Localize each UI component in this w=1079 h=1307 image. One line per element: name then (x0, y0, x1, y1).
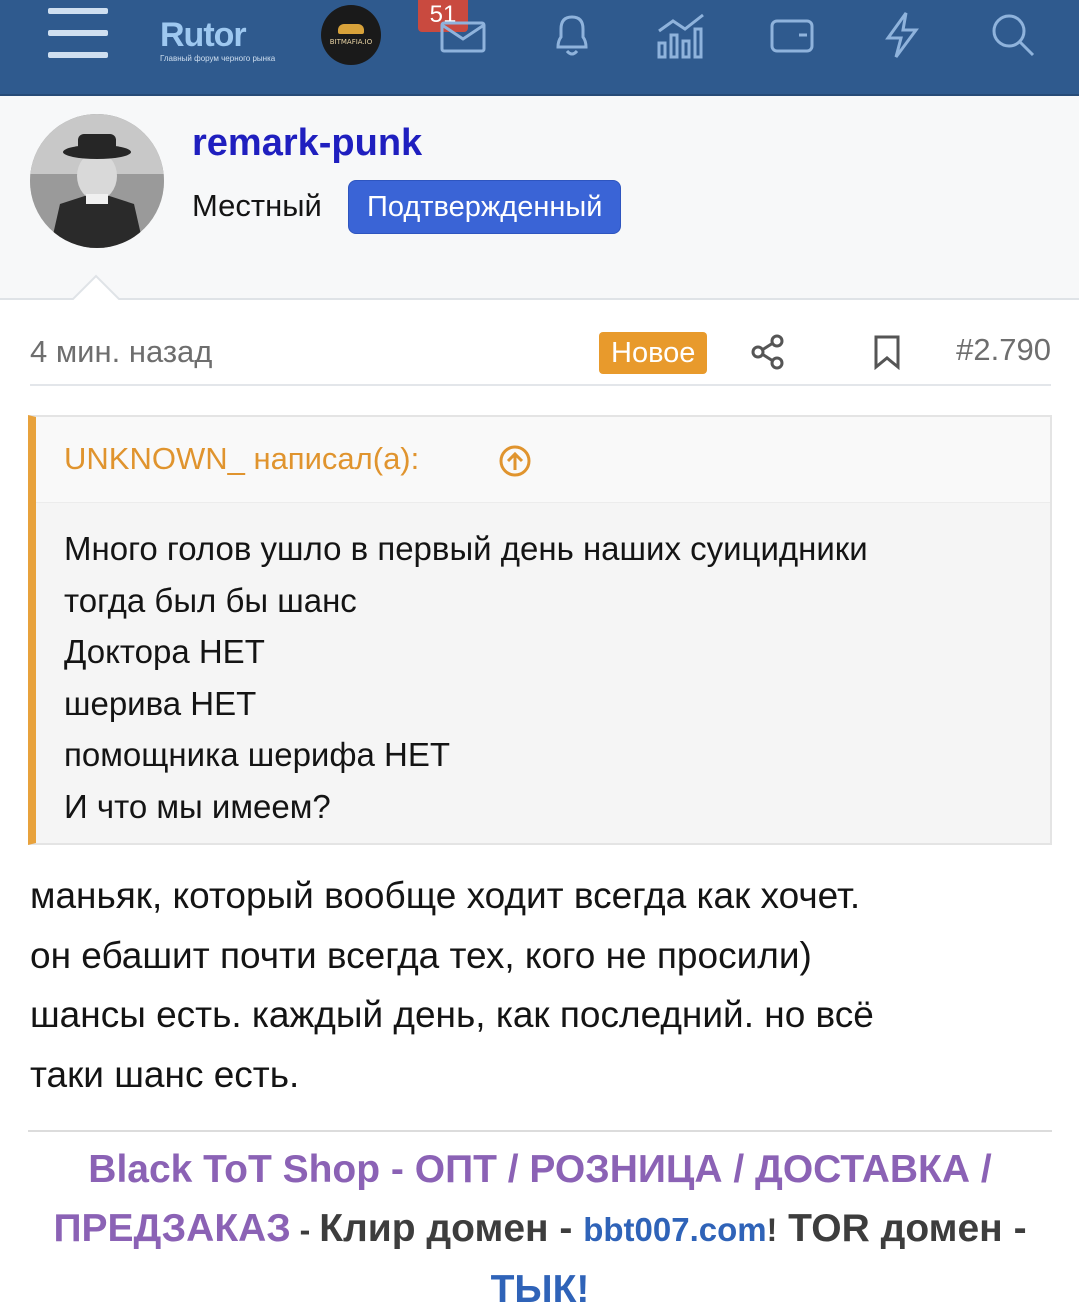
quote-text: Много голов ушло в первый день наших суи… (64, 523, 868, 832)
new-badge: Новое (599, 332, 708, 374)
signature-clear-label: Клир домен - (319, 1207, 584, 1250)
pointer-arrow (70, 274, 122, 302)
signature-domain-line: ПРЕДЗАКАЗ - Клир домен - bbt007.com! TOR… (20, 1199, 1060, 1260)
post-meta-bar: 4 мин. назад Новое #2.790 (30, 320, 1051, 386)
signature-preorder[interactable]: ПРЕДЗАКАЗ (53, 1207, 290, 1250)
quote-block: UNKNOWN_ написал(а): Много голов ушло в … (28, 415, 1052, 845)
quote-line: И что мы имеем? (64, 787, 331, 825)
quote-line: тогда был бы шанс (64, 581, 357, 619)
quote-header: UNKNOWN_ написал(а): (36, 417, 1050, 503)
verified-badge: Подтвержденный (348, 180, 622, 234)
arrow-up-circle-icon[interactable] (498, 444, 532, 478)
user-rank: Местный (192, 188, 322, 223)
logo-subtitle: Главный форум черного рынка (160, 53, 276, 63)
partner-logo[interactable]: BITMAFIA.IO (320, 0, 382, 70)
signature-tor-label: TOR домен - (777, 1207, 1027, 1250)
quote-author-link[interactable]: UNKNOWN_ написал(а): (64, 441, 419, 477)
bookmark-icon[interactable] (872, 334, 902, 370)
search-icon[interactable] (988, 0, 1038, 70)
signature-domain-link[interactable]: bbt007.com (583, 1211, 766, 1248)
quote-line: Много голов ушло в первый день наших суи… (64, 530, 868, 567)
wallet-icon[interactable] (768, 0, 816, 70)
signature-divider (28, 1130, 1052, 1132)
signature-tor-link[interactable]: ТЫК! (20, 1260, 1060, 1307)
post-line: он ебашит почти всегда тех, кого не прос… (30, 934, 812, 976)
username-link[interactable]: remark-punk (192, 122, 422, 165)
signature-shop-line[interactable]: Black ToT Shop - ОПТ / РОЗНИЦА / ДОСТАВК… (20, 1140, 1060, 1199)
post-line: шансы есть. каждый день, как последний. … (30, 994, 874, 1035)
post-body: маньяк, который вообще ходит всегда как … (30, 866, 874, 1104)
signature-exclaim: ! (766, 1212, 778, 1248)
post-author-header: remark-punk Местный Подтвержденный (0, 96, 1079, 302)
partner-label: BITMAFIA.IO (329, 38, 373, 46)
quote-line: Доктора НЕТ (64, 633, 265, 670)
top-navigation-bar: Rutor Главный форум черного рынка BITMAF… (0, 0, 1079, 96)
site-logo[interactable]: Rutor Главный форум черного рынка (160, 0, 290, 70)
signature-separator: - (290, 1212, 320, 1248)
menu-icon[interactable] (44, 0, 110, 70)
quote-line: помощника шерифа НЕТ (64, 736, 451, 773)
post-line: таки шанс есть. (30, 1053, 300, 1095)
quote-line: шерива НЕТ (64, 684, 257, 722)
avatar[interactable] (30, 114, 164, 248)
lightning-icon[interactable] (880, 0, 924, 70)
stats-icon[interactable] (654, 0, 710, 70)
bell-icon[interactable] (548, 0, 596, 70)
hat-icon (338, 24, 364, 34)
signature: Black ToT Shop - ОПТ / РОЗНИЦА / ДОСТАВК… (20, 1140, 1060, 1307)
envelope-icon[interactable] (438, 0, 488, 70)
post-number-link[interactable]: #2.790 (956, 332, 1051, 368)
share-icon[interactable] (750, 334, 786, 370)
post-line: маньяк, который вообще ходит всегда как … (30, 875, 861, 916)
post-timestamp[interactable]: 4 мин. назад (30, 334, 212, 370)
logo-text: Rutor (160, 15, 247, 54)
